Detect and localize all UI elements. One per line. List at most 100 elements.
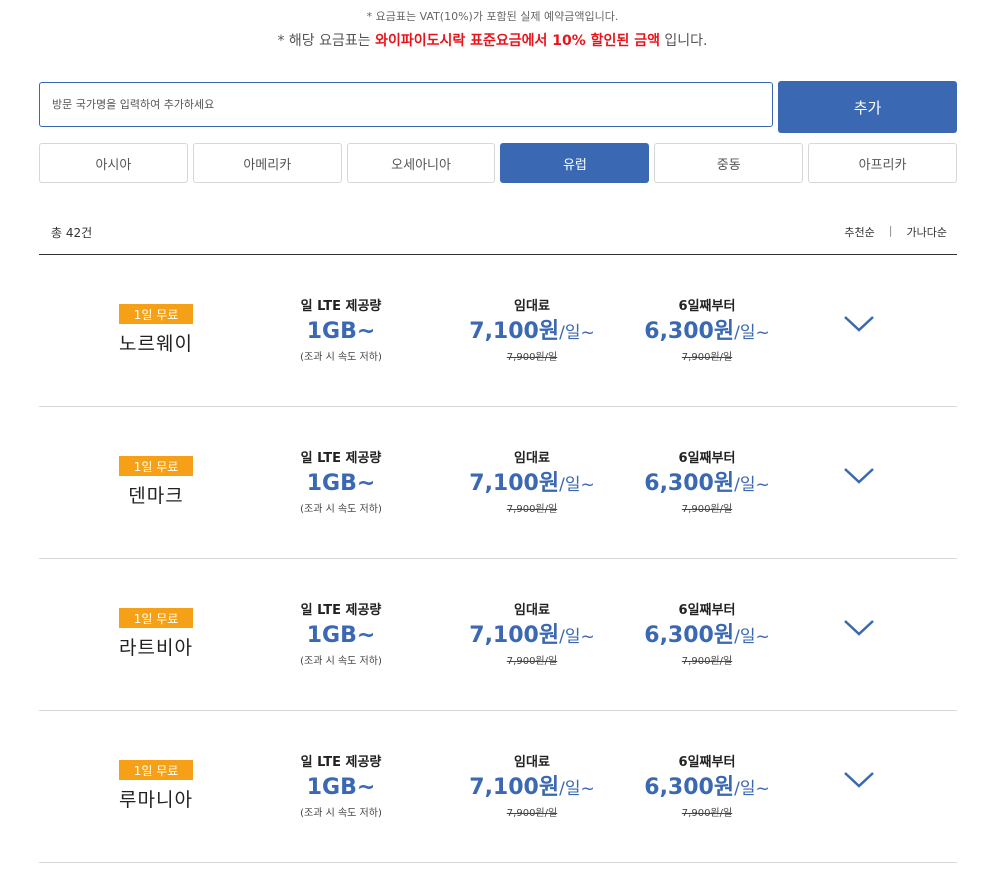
data-amount: 1GB~ [306, 775, 376, 800]
country-row[interactable]: 1일 무료 덴마크 일 LTE 제공량 1GB~ (조과 시 속도 저하) 임대… [39, 407, 957, 559]
rent-label: 임대료 [514, 451, 550, 466]
sort-options: 추천순 | 가나다순 [844, 224, 947, 240]
after-price-value: 6,300원 [644, 319, 735, 344]
rental-fee: 임대료 7,100원/일~ 7,900원/일 [447, 751, 617, 819]
rent-label: 임대료 [514, 299, 550, 314]
tab-asia[interactable]: 아시아 [39, 143, 188, 183]
after-day-six-fee: 6일째부터 6,300원/일~ 7,900원/일 [622, 751, 792, 819]
country-search-bar: 추가 [39, 81, 957, 133]
country-list: 1일 무료 노르웨이 일 LTE 제공량 1GB~ (조과 시 속도 저하) 임… [39, 255, 957, 863]
chevron-down-icon[interactable] [842, 313, 876, 335]
discount-notice-highlight: 와이파이도시락 표준요금에서 10% 할인된 금액 [375, 33, 660, 49]
data-allowance: 일 LTE 제공량 1GB~ (조과 시 속도 저하) [256, 295, 426, 363]
after-day-six-fee: 6일째부터 6,300원/일~ 7,900원/일 [622, 599, 792, 667]
rental-fee: 임대료 7,100원/일~ 7,900원/일 [447, 295, 617, 363]
rent-label: 임대료 [514, 755, 550, 770]
rent-price: 7,100원/일~ [447, 318, 617, 346]
tab-americas[interactable]: 아메리카 [192, 143, 342, 183]
data-allowance: 일 LTE 제공량 1GB~ (조과 시 속도 저하) [256, 599, 426, 667]
rent-price-value: 7,100원 [469, 319, 560, 344]
rent-price: 7,100원/일~ [447, 774, 617, 802]
vat-notice: * 요금표는 VAT(10%)가 포함된 실제 예약금액입니다. [366, 10, 619, 23]
data-label: 일 LTE 제공량 [300, 451, 382, 466]
rent-original-price: 7,900원/일 [506, 656, 558, 667]
sort-separator: | [888, 224, 893, 237]
rent-price: 7,100원/일~ [447, 470, 617, 498]
after-per-day: /일~ [734, 323, 770, 343]
discount-notice-prefix: * 해당 요금표는 [277, 33, 376, 49]
after-label: 6일째부터 [678, 451, 736, 466]
after-price: 6,300원/일~ [622, 470, 792, 498]
chevron-down-icon[interactable] [842, 617, 876, 639]
free-day-badge: 1일 무료 [119, 608, 193, 628]
rent-price-value: 7,100원 [469, 623, 560, 648]
tab-europe[interactable]: 유럽 [500, 143, 650, 183]
rent-per-day: /일~ [559, 475, 595, 495]
throttle-note: (조과 시 속도 저하) [300, 504, 382, 515]
after-original-price: 7,900원/일 [681, 504, 733, 515]
sort-alphabetical-link[interactable]: 가나다순 [907, 224, 947, 240]
discount-notice: * 해당 요금표는 와이파이도시락 표준요금에서 10% 할인된 금액 입니다. [0, 30, 985, 50]
rental-fee: 임대료 7,100원/일~ 7,900원/일 [447, 447, 617, 515]
country-search-input[interactable] [39, 82, 773, 127]
after-per-day: /일~ [734, 627, 770, 647]
total-count: 총 42건 [51, 226, 93, 240]
data-amount: 1GB~ [306, 471, 376, 496]
after-day-six-fee: 6일째부터 6,300원/일~ 7,900원/일 [622, 447, 792, 515]
rent-original-price: 7,900원/일 [506, 504, 558, 515]
country-row[interactable]: 1일 무료 노르웨이 일 LTE 제공량 1GB~ (조과 시 속도 저하) 임… [39, 255, 957, 407]
chevron-down-icon[interactable] [842, 465, 876, 487]
rent-price: 7,100원/일~ [447, 622, 617, 650]
rent-price-value: 7,100원 [469, 775, 560, 800]
after-original-price: 7,900원/일 [681, 656, 733, 667]
list-header: 총 42건 추천순 | 가나다순 [39, 222, 957, 255]
add-country-button[interactable]: 추가 [778, 81, 957, 133]
country-name: 노르웨이 [119, 333, 193, 355]
after-label: 6일째부터 [678, 603, 736, 618]
free-day-badge: 1일 무료 [119, 304, 193, 324]
after-per-day: /일~ [734, 779, 770, 799]
data-label: 일 LTE 제공량 [300, 603, 382, 618]
country-row[interactable]: 1일 무료 루마니아 일 LTE 제공량 1GB~ (조과 시 속도 저하) 임… [39, 711, 957, 863]
sort-recommend-link[interactable]: 추천순 [844, 224, 874, 240]
country-name: 덴마크 [128, 485, 184, 507]
after-price: 6,300원/일~ [622, 622, 792, 650]
country-name: 라트비아 [119, 637, 193, 659]
data-amount: 1GB~ [306, 623, 376, 648]
rent-per-day: /일~ [559, 779, 595, 799]
tab-middle-east[interactable]: 중동 [654, 143, 804, 183]
data-label: 일 LTE 제공량 [300, 299, 382, 314]
discount-notice-suffix: 입니다. [659, 33, 708, 49]
tab-africa[interactable]: 아프리카 [808, 143, 957, 183]
free-day-badge: 1일 무료 [119, 760, 193, 780]
after-price-value: 6,300원 [644, 775, 735, 800]
data-allowance: 일 LTE 제공량 1GB~ (조과 시 속도 저하) [256, 751, 426, 819]
after-label: 6일째부터 [678, 755, 736, 770]
after-per-day: /일~ [734, 475, 770, 495]
after-price-value: 6,300원 [644, 623, 735, 648]
rent-per-day: /일~ [559, 627, 595, 647]
rental-fee: 임대료 7,100원/일~ 7,900원/일 [447, 599, 617, 667]
country-row[interactable]: 1일 무료 라트비아 일 LTE 제공량 1GB~ (조과 시 속도 저하) 임… [39, 559, 957, 711]
rent-label: 임대료 [514, 603, 550, 618]
data-allowance: 일 LTE 제공량 1GB~ (조과 시 속도 저하) [256, 447, 426, 515]
throttle-note: (조과 시 속도 저하) [300, 808, 382, 819]
data-amount: 1GB~ [306, 319, 376, 344]
free-day-badge: 1일 무료 [119, 456, 193, 476]
region-tabs: 아시아 아메리카 오세아니아 유럽 중동 아프리카 [39, 143, 957, 183]
rent-per-day: /일~ [559, 323, 595, 343]
after-label: 6일째부터 [678, 299, 736, 314]
chevron-down-icon[interactable] [842, 769, 876, 791]
after-day-six-fee: 6일째부터 6,300원/일~ 7,900원/일 [622, 295, 792, 363]
after-original-price: 7,900원/일 [681, 808, 733, 819]
country-name: 루마니아 [119, 789, 193, 811]
tab-oceania[interactable]: 오세아니아 [346, 143, 496, 183]
after-price: 6,300원/일~ [622, 318, 792, 346]
data-label: 일 LTE 제공량 [300, 755, 382, 770]
rent-original-price: 7,900원/일 [506, 352, 558, 363]
rent-original-price: 7,900원/일 [506, 808, 558, 819]
after-price: 6,300원/일~ [622, 774, 792, 802]
throttle-note: (조과 시 속도 저하) [300, 656, 382, 667]
after-price-value: 6,300원 [644, 471, 735, 496]
throttle-note: (조과 시 속도 저하) [300, 352, 382, 363]
